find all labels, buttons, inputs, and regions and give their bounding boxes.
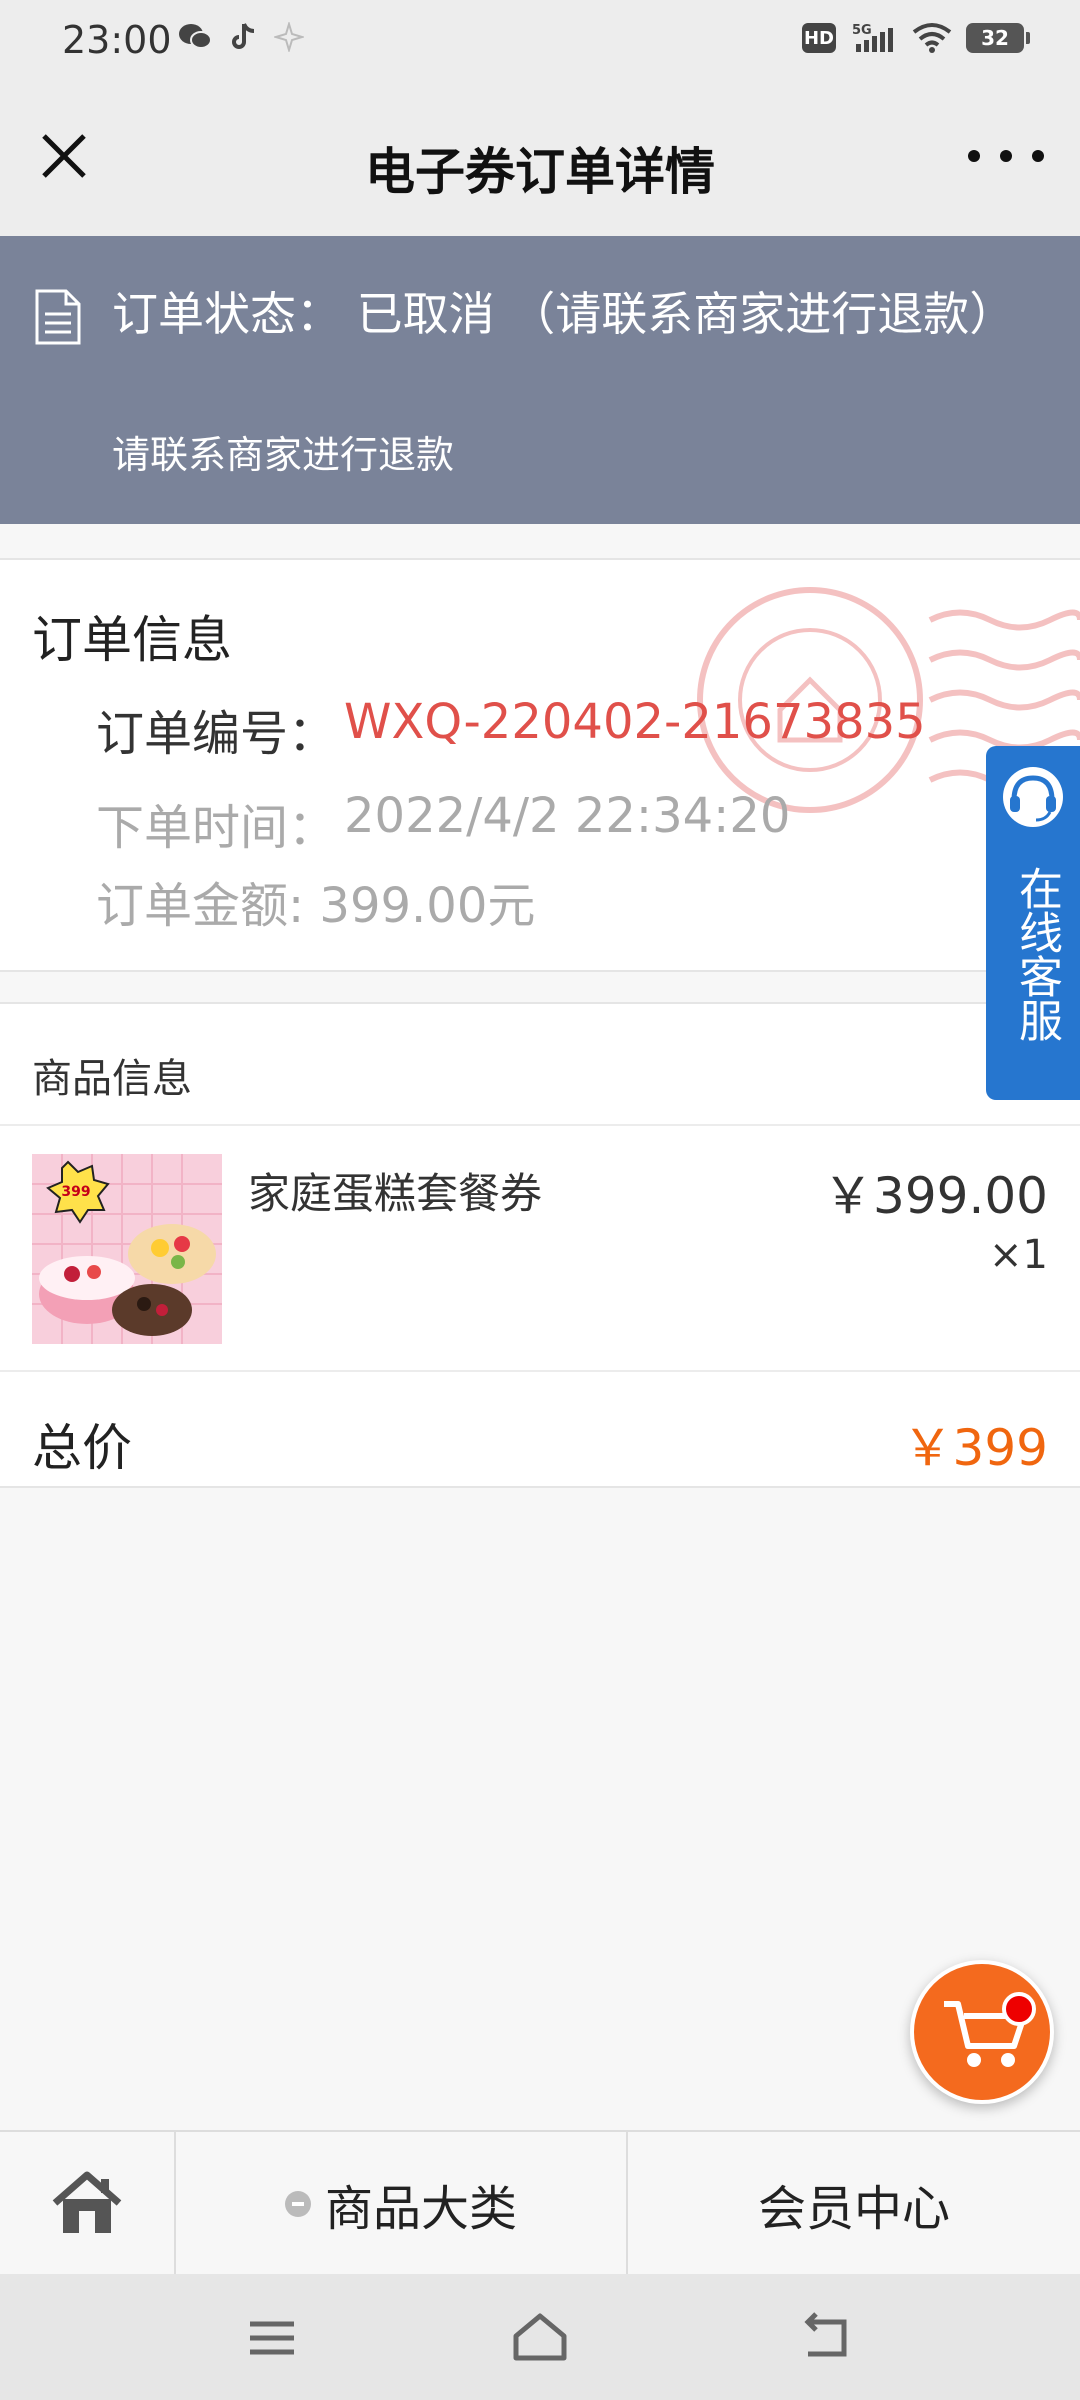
battery-indicator: 32	[966, 23, 1030, 53]
divider	[0, 1486, 1080, 1488]
network-label: 5G	[852, 23, 872, 38]
product-image[interactable]: 399	[32, 1154, 222, 1344]
product-price: ￥399.00	[823, 1167, 1048, 1225]
order-info-title: 订单信息	[32, 611, 232, 669]
order-number-label: 订单编号：	[96, 706, 337, 762]
online-service-button[interactable]: 在线客服	[986, 746, 1080, 1100]
order-info-card: 订单信息 订单编号： WXQ-220402-21673835 下单时间： 202…	[0, 558, 1080, 972]
goods-info-title: 商品信息	[32, 1056, 192, 1102]
cake-image-icon: 399	[32, 1154, 222, 1344]
status-app-icons	[178, 22, 304, 52]
wechat-icon	[179, 24, 212, 49]
more-options-button[interactable]	[968, 128, 1044, 184]
cart-badge	[1002, 1992, 1036, 2026]
goods-info-card: 商品信息 399 家庭蛋糕套餐券 ￥399.00 ×1 总价 ￥399	[0, 1002, 1080, 1488]
order-time-value: 2022/4/2 22:34:20	[344, 788, 791, 844]
more-dot-icon	[968, 150, 980, 162]
total-label: 总价	[32, 1419, 132, 1477]
tab-category[interactable]: 商品大类	[176, 2132, 628, 2276]
more-dot-icon	[1000, 150, 1012, 162]
tab-category-label: 商品大类	[324, 2181, 517, 2237]
status-right-icons: HD 5G 32	[802, 22, 1030, 54]
category-icon	[284, 2191, 311, 2217]
signal-5g-icon: 5G	[852, 23, 893, 52]
order-status-banner: 订单状态： 已取消 （请联系商家进行退款） 请联系商家进行退款	[0, 236, 1080, 524]
product-name[interactable]: 家庭蛋糕套餐券	[248, 1160, 542, 1221]
order-status-subtext: 请联系商家进行退款	[112, 433, 455, 477]
tab-member-label: 会员中心	[757, 2181, 950, 2237]
order-time-label: 下单时间：	[96, 800, 337, 856]
product-quantity: ×1	[989, 1232, 1048, 1278]
nav-bar: 电子券订单详情	[0, 84, 1080, 236]
status-time: 23:00	[62, 18, 172, 62]
cart-button[interactable]	[910, 1960, 1054, 2104]
page-title: 电子券订单详情	[365, 143, 715, 201]
bottom-tab-bar: 商品大类 会员中心	[0, 2130, 1080, 2276]
home-icon	[52, 2171, 122, 2233]
headset-icon	[1003, 767, 1063, 827]
divider	[0, 1124, 1080, 1126]
tab-member-center[interactable]: 会员中心	[628, 2132, 1080, 2276]
sparkle-icon	[274, 22, 304, 52]
back-icon[interactable]	[798, 2310, 854, 2366]
document-icon	[35, 289, 81, 345]
order-number-value: WXQ-220402-21673835	[344, 694, 926, 750]
online-service-label: 在线客服	[1011, 866, 1062, 1042]
hd-badge: HD	[802, 23, 836, 53]
divider	[0, 1370, 1080, 1372]
order-status-text: 订单状态： 已取消 （请联系商家进行退款）	[112, 287, 1016, 341]
tab-home[interactable]	[0, 2132, 176, 2276]
home-nav-icon[interactable]	[512, 2310, 568, 2366]
order-amount: 订单金额: 399.00元	[96, 878, 536, 934]
status-bar: 23:00 HD 5G 32	[0, 0, 1080, 84]
total-price: ￥399	[902, 1419, 1048, 1477]
menu-icon[interactable]	[244, 2310, 300, 2366]
system-navigation-bar	[0, 2274, 1080, 2400]
wifi-icon	[912, 23, 952, 53]
tiktok-icon	[232, 23, 255, 49]
product-image-badge: 399	[61, 1184, 90, 1200]
more-dot-icon	[1032, 150, 1044, 162]
